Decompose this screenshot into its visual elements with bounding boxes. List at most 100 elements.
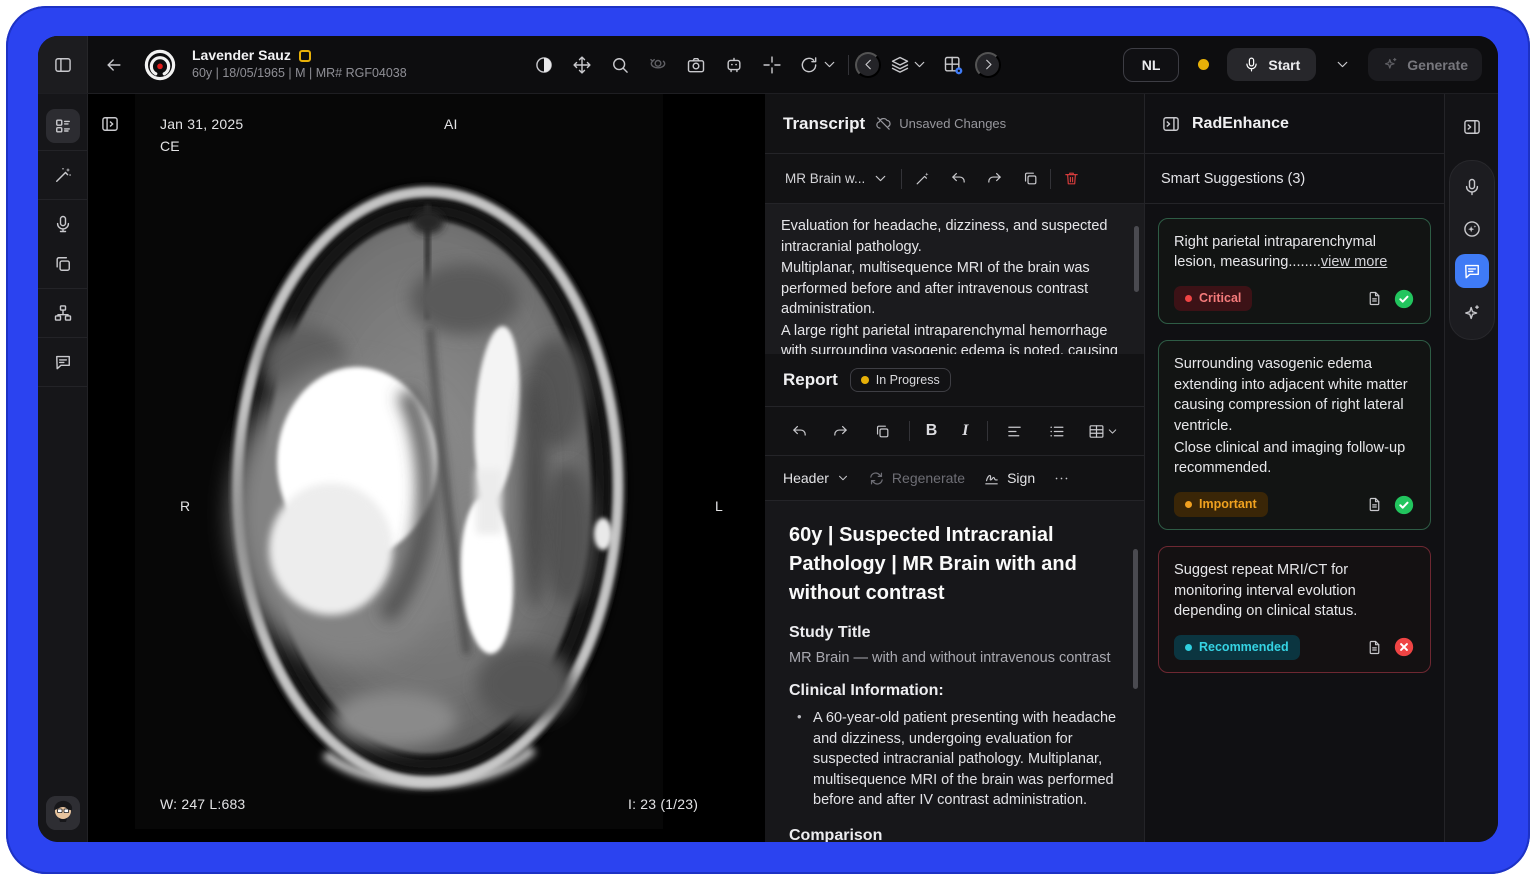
start-label: Start [1268, 57, 1300, 73]
rail-chat-button[interactable] [1455, 254, 1489, 288]
magic-wand-button[interactable] [906, 163, 938, 195]
pan-tool-button[interactable] [566, 49, 598, 81]
back-button[interactable] [98, 49, 130, 81]
view-more-link[interactable]: view more [1321, 254, 1388, 270]
viewer-toolbar [419, 49, 1111, 81]
layout-settings-button[interactable] [937, 49, 969, 81]
image-viewer[interactable]: Jan 31, 2025 CE AI R L W: 247 L:683 I: 2… [88, 94, 765, 842]
regenerate-button[interactable]: Regenerate [868, 470, 965, 487]
panel-right-toggle[interactable] [1455, 110, 1489, 144]
patient-meta: 60y | 18/05/1965 | M | MR# RGF04038 [192, 66, 407, 82]
smart-suggestions-header: Smart Suggestions (3) [1145, 154, 1444, 204]
study-title-value: MR Brain — with and without intravenous … [789, 650, 1118, 666]
accepted-check-icon[interactable] [1393, 494, 1415, 516]
mri-brain-image[interactable] [135, 94, 663, 829]
delete-transcript-button[interactable] [1055, 163, 1087, 195]
start-options-chevron[interactable] [1326, 49, 1358, 81]
rotate-3d-tool-button[interactable] [642, 49, 674, 81]
panel-expand-icon[interactable] [100, 114, 120, 134]
redo-button[interactable] [978, 163, 1010, 195]
report-scrollbar[interactable] [1133, 549, 1138, 689]
panel-collapse-icon[interactable] [1161, 114, 1181, 134]
suggestion-card[interactable]: Suggest repeat MRI/CT for monitoring int… [1158, 546, 1431, 673]
sidebar-item-magic-edit[interactable] [46, 158, 80, 192]
report-undo-button[interactable] [783, 415, 815, 447]
generate-button[interactable]: Generate [1368, 48, 1482, 81]
rail-ai-assist-button[interactable] [1455, 212, 1489, 246]
report-editor[interactable]: 60y | Suspected Intracranial Pathology |… [765, 501, 1144, 842]
severity-badge: Recommended [1174, 635, 1300, 661]
bold-button[interactable]: B [920, 422, 944, 440]
orientation-right-overlay: R [180, 498, 190, 514]
insert-to-report-icon[interactable] [1366, 290, 1383, 307]
align-button[interactable] [998, 415, 1030, 447]
copy-button[interactable] [1014, 163, 1046, 195]
orientation-left-overlay: L [715, 498, 723, 514]
sidebar-item-microphone[interactable] [46, 207, 80, 241]
recording-status-dot[interactable] [1189, 51, 1217, 79]
sidebar-item-hierarchy[interactable] [46, 296, 80, 330]
clinical-info-list: A 60-year-old patient presenting with he… [797, 708, 1118, 811]
clinical-info-bullet: A 60-year-old patient presenting with he… [797, 708, 1118, 811]
transcript-preset-select[interactable]: MR Brain w... [777, 164, 897, 193]
zoom-tool-button[interactable] [604, 49, 636, 81]
main-area: Jan 31, 2025 CE AI R L W: 247 L:683 I: 2… [38, 94, 1498, 842]
patient-info: Lavender Sauz 60y | 18/05/1965 | M | MR#… [192, 47, 407, 82]
transcript-line: Evaluation for headache, dizziness, and … [781, 216, 1122, 257]
rail-microphone-button[interactable] [1455, 170, 1489, 204]
report-title: Report [783, 370, 838, 390]
start-dictation-button[interactable]: Start [1227, 48, 1316, 81]
report-redo-button[interactable] [825, 415, 857, 447]
next-series-button[interactable] [975, 52, 1001, 78]
report-actions-row: Header Regenerate Sign [765, 456, 1144, 501]
transcript-editor[interactable]: Evaluation for headache, dizziness, and … [765, 204, 1144, 354]
sidebar-item-templates[interactable] [46, 109, 80, 143]
contrast-tool-button[interactable] [528, 49, 560, 81]
cloud-off-icon [875, 115, 892, 132]
severity-badge: Important [1174, 492, 1268, 518]
report-document-title: 60y | Suspected Intracranial Pathology |… [789, 521, 1118, 608]
report-header: Report In Progress [765, 354, 1144, 407]
sidebar-item-comments[interactable] [46, 345, 80, 379]
study-date-overlay: Jan 31, 2025 [160, 116, 243, 132]
transcript-title: Transcript [783, 114, 865, 134]
bot-assistant-button[interactable] [718, 49, 750, 81]
transcript-toolbar: MR Brain w... [765, 154, 1144, 204]
reset-view-button[interactable] [794, 49, 842, 81]
suggestion-card[interactable]: Right parietal intraparenchymal lesion, … [1158, 218, 1431, 324]
bullet-list-button[interactable] [1040, 415, 1072, 447]
layers-button[interactable] [887, 49, 931, 81]
user-avatar[interactable] [46, 796, 80, 830]
rejected-x-icon[interactable] [1393, 636, 1415, 658]
undo-button[interactable] [942, 163, 974, 195]
accepted-check-icon[interactable] [1393, 288, 1415, 310]
insert-to-report-icon[interactable] [1366, 496, 1383, 513]
italic-button[interactable]: I [953, 422, 977, 440]
report-copy-button[interactable] [867, 415, 899, 447]
patient-flag-icon[interactable] [299, 50, 311, 62]
suggestions-list: Right parietal intraparenchymal lesion, … [1145, 204, 1444, 842]
rail-sparkle-button[interactable] [1455, 296, 1489, 330]
orientation-ai-overlay: AI [444, 116, 458, 132]
left-sidebar [38, 94, 88, 842]
contrast-enhanced-overlay: CE [160, 138, 180, 154]
insert-to-report-icon[interactable] [1366, 639, 1383, 656]
capture-tool-button[interactable] [680, 49, 712, 81]
table-button[interactable] [1082, 415, 1126, 447]
more-options-button[interactable] [1053, 470, 1070, 487]
previous-series-button[interactable] [855, 52, 881, 78]
slice-index-overlay: I: 23 (1/23) [628, 796, 698, 812]
report-format-toolbar: B I [765, 407, 1144, 456]
panel-left-icon [53, 55, 73, 75]
sidebar-item-copies[interactable] [46, 247, 80, 281]
transcript-scrollbar[interactable] [1134, 226, 1139, 292]
severity-badge: Critical [1174, 286, 1252, 312]
header-style-select[interactable]: Header [783, 470, 850, 486]
transcript-line: Multiplanar, multisequence MRI of the br… [781, 258, 1122, 320]
crosshair-tool-button[interactable] [756, 49, 788, 81]
radenhance-panel: RadEnhance Smart Suggestions (3) Right p… [1145, 94, 1445, 842]
suggestion-card[interactable]: Surrounding vasogenic edema extending in… [1158, 340, 1431, 530]
sidebar-toggle-cell[interactable] [38, 36, 88, 93]
sign-button[interactable]: Sign [983, 470, 1035, 487]
nl-button[interactable]: NL [1123, 48, 1180, 82]
